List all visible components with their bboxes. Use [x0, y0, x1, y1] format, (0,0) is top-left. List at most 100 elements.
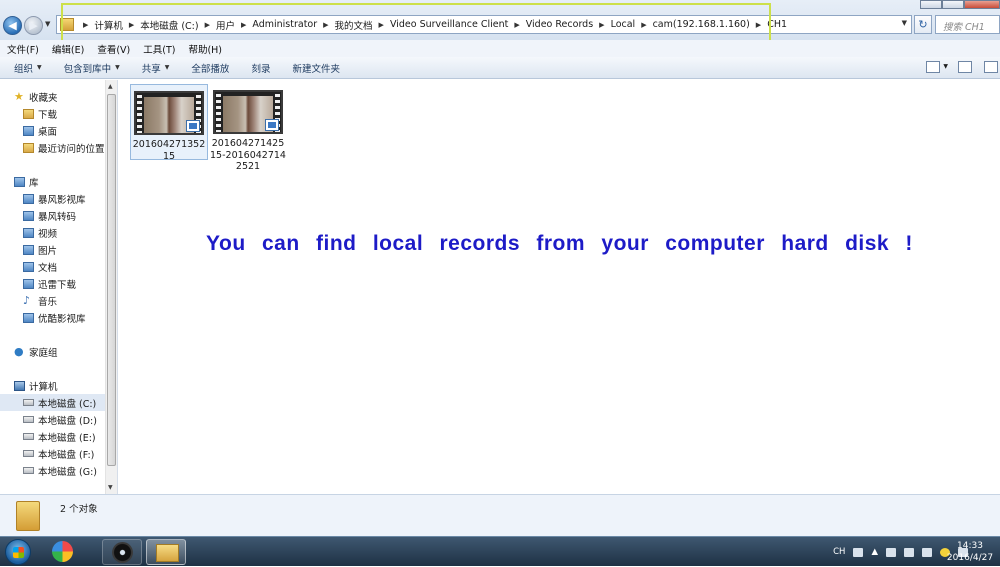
drive-icon — [23, 416, 34, 423]
volume-icon[interactable] — [922, 547, 932, 557]
action-center-icon[interactable] — [904, 547, 914, 557]
taskbar-app-pinwheel[interactable] — [42, 539, 82, 565]
keyboard-icon[interactable] — [853, 547, 864, 557]
chevron-down-icon[interactable]: ▼ — [943, 61, 948, 73]
burn-button[interactable]: 刻录 — [251, 61, 270, 75]
nav-item-lib-1[interactable]: 暴风影视库 — [0, 190, 105, 207]
nav-label: 本地磁盘 (C:) — [38, 398, 97, 410]
refresh-button[interactable]: ↻ — [914, 15, 932, 34]
menu-file[interactable]: 文件(F) — [7, 42, 39, 56]
nav-item-recent[interactable]: 最近访问的位置 — [0, 139, 105, 156]
include-label: 包含到库中 — [63, 63, 112, 75]
menu-help[interactable]: 帮助(H) — [188, 42, 222, 56]
media-player-icon — [112, 542, 133, 563]
preview-pane-icon[interactable] — [958, 61, 972, 73]
back-button[interactable]: ◀ — [3, 16, 22, 35]
nav-scrollbar[interactable]: ▲ ▼ — [105, 80, 117, 494]
nav-label: 本地磁盘 (F:) — [38, 449, 95, 461]
clock-date: 2016/4/27 — [946, 553, 994, 563]
organize-label: 组织 — [14, 63, 34, 75]
nav-label: 最近访问的位置 — [38, 143, 105, 155]
nav-item-drive-g[interactable]: 本地磁盘 (G:) — [0, 462, 105, 479]
nav-item-drive-e[interactable]: 本地磁盘 (E:) — [0, 428, 105, 445]
chevron-down-icon: ▼ — [164, 64, 170, 71]
nav-label: 优酷影视库 — [38, 313, 86, 325]
nav-libraries[interactable]: 库 — [0, 173, 105, 190]
item-count: 2 个对象 — [60, 504, 98, 515]
chevron-down-icon: ▼ — [37, 64, 42, 71]
address-dropdown[interactable]: ▼ — [902, 19, 907, 27]
close-button[interactable] — [964, 0, 1000, 9]
recent-pages-dropdown[interactable]: ▼ — [45, 20, 50, 28]
share-button[interactable]: 共享 ▼ — [142, 61, 170, 75]
nav-item-lib-2[interactable]: 暴风转码 — [0, 207, 105, 224]
menu-tools[interactable]: 工具(T) — [143, 42, 175, 56]
start-button[interactable] — [5, 539, 31, 565]
music-icon: ♪ — [23, 293, 31, 307]
nav-item-drive-f[interactable]: 本地磁盘 (F:) — [0, 445, 105, 462]
include-in-library-button[interactable]: 包含到库中 ▼ — [64, 61, 120, 75]
nav-item-drive-c[interactable]: 本地磁盘 (C:) — [0, 394, 105, 411]
nav-computer[interactable]: 计算机 — [0, 377, 105, 394]
nav-item-drive-d[interactable]: 本地磁盘 (D:) — [0, 411, 105, 428]
nav-label: 暴风转码 — [38, 211, 77, 223]
nav-item-documents[interactable]: 文档 — [0, 258, 105, 275]
menu-view[interactable]: 查看(V) — [97, 42, 130, 56]
maximize-button[interactable] — [942, 0, 964, 9]
play-all-button[interactable]: 全部播放 — [191, 61, 229, 75]
chevron-down-icon: ▼ — [115, 64, 120, 71]
drive-icon — [23, 433, 34, 440]
scroll-down-icon[interactable]: ▼ — [108, 484, 113, 491]
nav-label: 图片 — [38, 245, 58, 257]
taskbar-app-explorer[interactable] — [146, 539, 186, 565]
clock[interactable]: 14:33 2016/4/27 — [944, 540, 996, 564]
battery-icon[interactable] — [886, 547, 896, 557]
file-name: 20160427135215 — [132, 139, 206, 162]
nav-item-music[interactable]: ♪ 音乐 — [0, 292, 105, 309]
scroll-thumb[interactable] — [107, 94, 116, 466]
computer-icon — [14, 380, 25, 391]
organize-button[interactable]: 组织 ▼ — [14, 61, 42, 75]
desktop-icon — [23, 125, 34, 136]
file-item[interactable]: 20160427142515-20160427142521 — [209, 84, 287, 174]
nav-label: 本地磁盘 (D:) — [38, 415, 97, 427]
minimize-button[interactable] — [920, 0, 942, 9]
menu-edit[interactable]: 编辑(E) — [52, 42, 84, 56]
language-indicator[interactable]: CH — [833, 547, 845, 557]
explorer-window: ◀ ▶ ▼ ▶ 计算机 ▶ 本地磁盘 (C:) ▶ 用户 ▶ Administr… — [0, 0, 1000, 536]
recent-places-icon — [23, 142, 34, 153]
help-icon[interactable] — [984, 61, 998, 73]
chevron-up-icon[interactable]: ▲ — [871, 547, 878, 557]
homegroup-icon: ● — [14, 344, 24, 358]
taskbar-app-media[interactable] — [102, 539, 142, 565]
library-icon — [23, 312, 34, 323]
nav-favorites[interactable]: ★ 收藏夹 — [0, 88, 105, 105]
file-item[interactable]: 20160427135215 — [130, 84, 208, 162]
nav-item-thunder[interactable]: 迅雷下载 — [0, 275, 105, 292]
nav-label: 迅雷下载 — [38, 279, 77, 291]
nav-item-youku[interactable]: 优酷影视库 — [0, 309, 105, 326]
folder-icon — [16, 501, 40, 531]
nav-item-downloads[interactable]: 下载 — [0, 105, 105, 122]
nav-item-desktop[interactable]: 桌面 — [0, 122, 105, 139]
library-icon — [14, 176, 25, 187]
nav-label: 音乐 — [38, 296, 58, 308]
folder-icon — [23, 108, 34, 119]
nav-homegroup[interactable]: ● 家庭组 — [0, 343, 105, 360]
nav-label: 库 — [29, 177, 39, 189]
clock-time: 14:33 — [957, 541, 983, 551]
command-bar: 组织 ▼ 包含到库中 ▼ 共享 ▼ 全部播放 刻录 新建文件夹 ▼ — [0, 57, 1000, 79]
new-folder-button[interactable]: 新建文件夹 — [292, 61, 340, 75]
caption-buttons — [920, 0, 1000, 9]
nav-item-pictures[interactable]: 图片 — [0, 241, 105, 258]
nav-label: 计算机 — [29, 381, 58, 393]
taskbar: CH ▲ 14:33 2016/4/27 — [0, 536, 1000, 566]
library-icon — [23, 210, 34, 221]
nav-item-videos[interactable]: 视频 — [0, 224, 105, 241]
search-input[interactable]: 搜索 CH1 — [935, 15, 1000, 34]
forward-button[interactable]: ▶ — [24, 16, 43, 35]
star-icon: ★ — [14, 89, 24, 103]
change-view-icon[interactable] — [926, 61, 941, 73]
scroll-up-icon[interactable]: ▲ — [108, 83, 113, 90]
instruction-overlay-text: You can find local records from your com… — [206, 232, 913, 255]
